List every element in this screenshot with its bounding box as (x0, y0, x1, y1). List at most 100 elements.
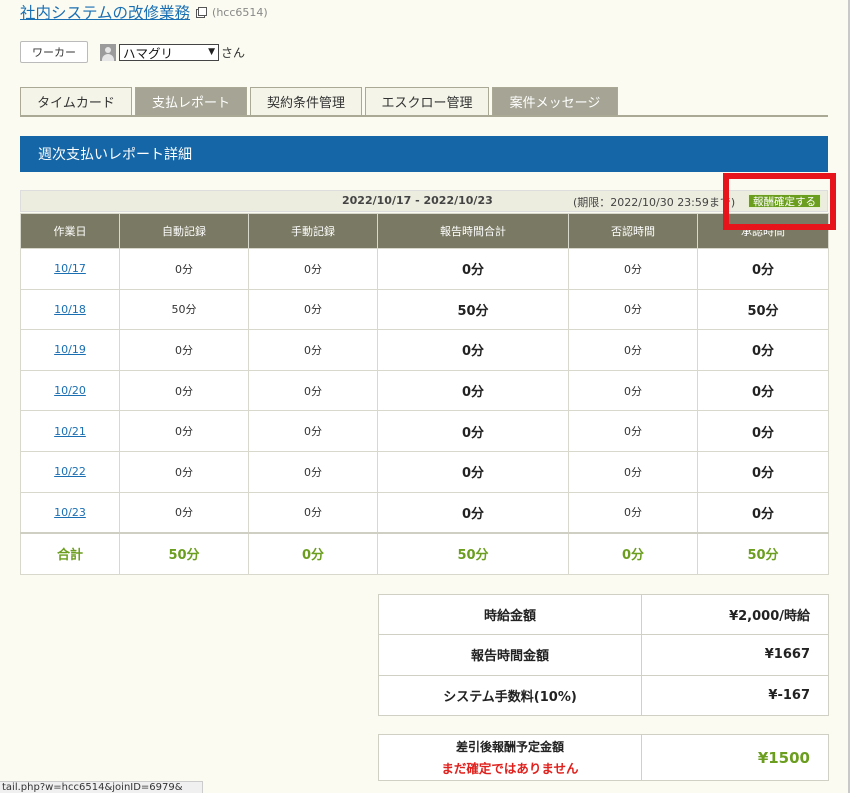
table-row: 10/19 0分 0分 0分 0分 0分 (20, 329, 829, 371)
table-cell: 50分 (377, 288, 569, 331)
total-cell: 0分 (248, 531, 378, 576)
tab-timecard[interactable]: タイムカード (20, 87, 132, 115)
table-cell: 0分 (377, 329, 569, 371)
summary-value: ¥2,000/時給 (641, 593, 829, 636)
table-cell: 0分 (697, 410, 829, 452)
net-payment-row: 差引後報酬予定金額 まだ確定ではありません ¥1500 (378, 734, 829, 781)
table-cell: 0分 (697, 248, 829, 290)
total-cell: 50分 (119, 531, 249, 576)
table-cell: 0分 (697, 450, 829, 493)
total-cell: 0分 (568, 531, 698, 576)
total-label: 合計 (20, 531, 120, 576)
column-header: 否認時間 (568, 213, 698, 249)
worker-select[interactable]: ハマグリ ▼ (119, 43, 219, 61)
worker-role-button[interactable]: ワーカー (20, 41, 88, 63)
table-cell: 0分 (697, 369, 829, 412)
table-cell: 0分 (248, 288, 378, 331)
page-header: 社内システムの改修業務 (hcc6514) (20, 1, 268, 23)
work-date-link[interactable]: 10/23 (54, 506, 86, 519)
column-header: 手動記録 (248, 213, 378, 249)
table-cell: 0分 (568, 369, 698, 412)
table-row: 10/21 0分 0分 0分 0分 0分 (20, 410, 829, 452)
summary-label: 時給金額 (378, 593, 642, 636)
tab-escrow[interactable]: エスクロー管理 (365, 87, 489, 115)
section-title: 週次支払いレポート詳細 (20, 136, 828, 172)
summary-row: 時給金額 ¥2,000/時給 (378, 593, 829, 636)
work-date-link[interactable]: 10/19 (54, 343, 86, 356)
table-cell: 50分 (119, 288, 249, 331)
table-cell: 0分 (568, 450, 698, 493)
table-row: 10/18 50分 0分 50分 0分 50分 (20, 288, 829, 331)
table-row: 10/20 0分 0分 0分 0分 0分 (20, 369, 829, 412)
worker-row: ワーカー ハマグリ ▼ さん (20, 41, 245, 63)
total-cell: 50分 (697, 531, 829, 576)
net-payment-label-cell: 差引後報酬予定金額 まだ確定ではありません (378, 734, 642, 781)
period-range: 2022/10/17 - 2022/10/23 (342, 194, 493, 207)
table-cell: 0分 (119, 410, 249, 452)
table-cell: 0分 (568, 410, 698, 452)
column-header: 報告時間合計 (377, 213, 569, 249)
worker-select-value: ハマグリ (123, 45, 174, 61)
work-date-link[interactable]: 10/21 (54, 425, 86, 438)
table-cell: 0分 (248, 329, 378, 371)
project-code: (hcc6514) (212, 5, 268, 19)
worker-suffix: さん (221, 45, 246, 60)
table-cell: 0分 (568, 288, 698, 331)
table-cell: 0分 (377, 491, 569, 534)
net-payment-value: ¥1500 (641, 734, 829, 781)
table-row: 10/23 0分 0分 0分 0分 0分 (20, 491, 829, 534)
table-cell: 0分 (119, 329, 249, 371)
table-cell: 0分 (248, 248, 378, 290)
table-header-row: 作業日 自動記録 手動記録 報告時間合計 否認時間 承認時間 (20, 213, 829, 249)
tab-underline (20, 115, 828, 117)
external-link-icon[interactable] (196, 6, 208, 18)
period-bar: 2022/10/17 - 2022/10/23 (期限：2022/10/30 2… (20, 190, 828, 212)
chevron-down-icon: ▼ (208, 47, 215, 57)
table-cell: 0分 (377, 248, 569, 290)
summary-row: システム手数料(10%) ¥-167 (378, 674, 829, 716)
table-cell: 0分 (377, 410, 569, 452)
tab-bar: タイムカード 支払レポート 契約条件管理 エスクロー管理 案件メッセージ (20, 87, 621, 115)
table-cell: 0分 (697, 491, 829, 534)
period-deadline: (期限：2022/10/30 23:59まで) (573, 196, 736, 209)
work-date-link[interactable]: 10/20 (54, 384, 86, 397)
report-table: 作業日 自動記録 手動記録 報告時間合計 否認時間 承認時間 10/17 0分 … (20, 213, 829, 576)
project-title-link[interactable]: 社内システムの改修業務 (20, 1, 190, 23)
work-date-link[interactable]: 10/18 (54, 303, 86, 316)
tab-contract-terms[interactable]: 契約条件管理 (250, 87, 362, 115)
total-row: 合計 50分 0分 50分 0分 50分 (20, 531, 829, 576)
payment-summary-table: 時給金額 ¥2,000/時給 報告時間金額 ¥1667 システム手数料(10%)… (378, 593, 829, 716)
highlight-annotation-box (723, 173, 836, 230)
net-payment-table: 差引後報酬予定金額 まだ確定ではありません ¥1500 (378, 734, 829, 781)
work-date-link[interactable]: 10/22 (54, 465, 86, 478)
summary-label: 報告時間金額 (378, 634, 642, 676)
tab-project-messages[interactable]: 案件メッセージ (492, 87, 618, 115)
table-cell: 0分 (248, 410, 378, 452)
table-cell: 0分 (248, 491, 378, 534)
table-cell: 0分 (119, 248, 249, 290)
work-date-link[interactable]: 10/17 (54, 262, 86, 275)
net-payment-label: 差引後報酬予定金額 (455, 740, 564, 754)
column-header: 自動記録 (119, 213, 249, 249)
total-cell: 50分 (377, 531, 569, 576)
summary-row: 報告時間金額 ¥1667 (378, 634, 829, 676)
status-bar-url: tail.php?w=hcc6514&joinID=6979& (0, 781, 203, 793)
table-row: 10/22 0分 0分 0分 0分 0分 (20, 450, 829, 493)
column-header: 作業日 (20, 213, 120, 249)
table-cell: 0分 (119, 491, 249, 534)
table-cell: 0分 (248, 369, 378, 412)
user-avatar-icon (100, 43, 116, 61)
table-cell: 50分 (697, 288, 829, 331)
table-cell: 0分 (377, 450, 569, 493)
table-cell: 0分 (119, 369, 249, 412)
table-cell: 0分 (568, 329, 698, 371)
table-cell: 0分 (568, 248, 698, 290)
summary-value: ¥1667 (641, 634, 829, 676)
summary-value: ¥-167 (641, 674, 829, 716)
tab-payment-report[interactable]: 支払レポート (135, 87, 247, 115)
table-cell: 0分 (697, 329, 829, 371)
table-cell: 0分 (377, 369, 569, 412)
summary-label: システム手数料(10%) (378, 674, 642, 716)
table-cell: 0分 (119, 450, 249, 493)
table-cell: 0分 (568, 491, 698, 534)
